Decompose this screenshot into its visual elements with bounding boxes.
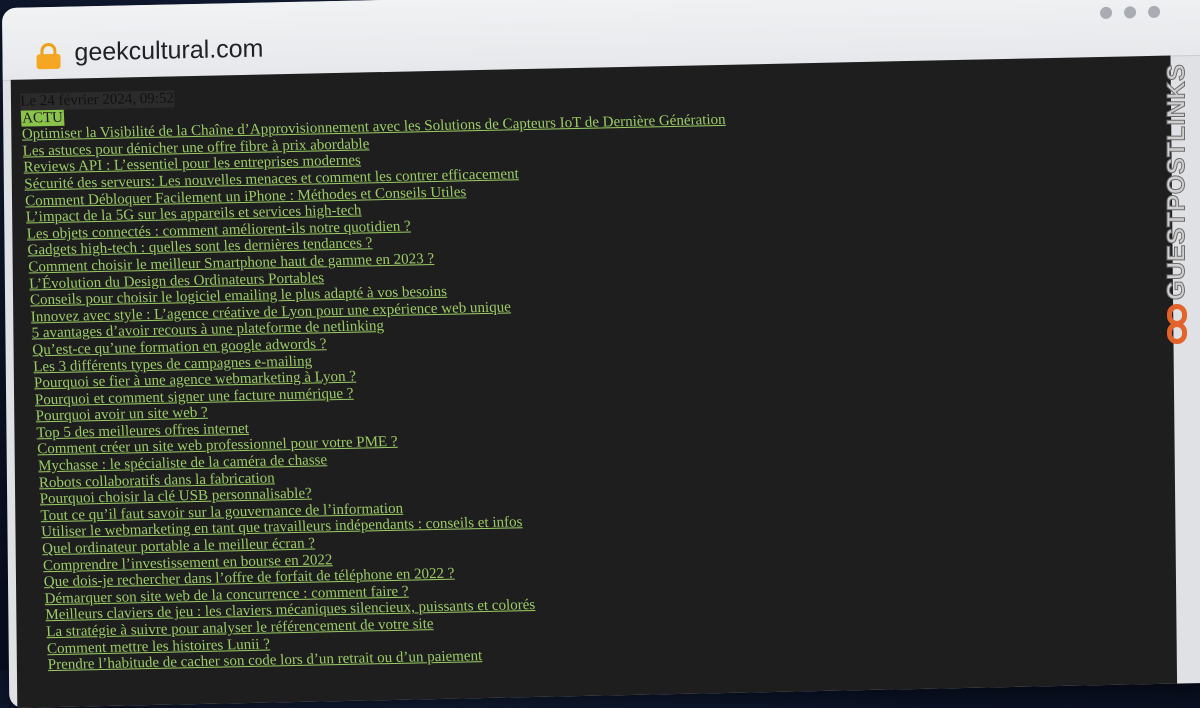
window-control-dot[interactable] [1123,6,1137,19]
badge-text: GUESTPOSTLINKS [1162,63,1191,301]
lock-icon [36,42,61,70]
article-list: Optimiser la Visibilité de la Chaîne d’A… [22,104,1129,674]
publish-date: Le 24 février 2024, 09:52 [19,90,175,111]
page-content: Le 24 février 2024, 09:52 ACTU Optimiser… [19,71,1129,674]
window-controls [1099,5,1161,20]
browser-window: geekcultural.com Le 24 février 2024, 09:… [2,0,1200,708]
category-tag[interactable]: ACTU [20,109,65,127]
window-control-dot[interactable] [1099,6,1113,20]
page-viewport: Le 24 février 2024, 09:52 ACTU Optimiser… [10,55,1178,708]
guestpostlinks-badge: GUESTPOSTLINKS [1160,62,1194,352]
chain-link-icon [1163,304,1191,348]
address-bar-url[interactable]: geekcultural.com [74,35,263,68]
window-control-dot[interactable] [1147,5,1161,18]
